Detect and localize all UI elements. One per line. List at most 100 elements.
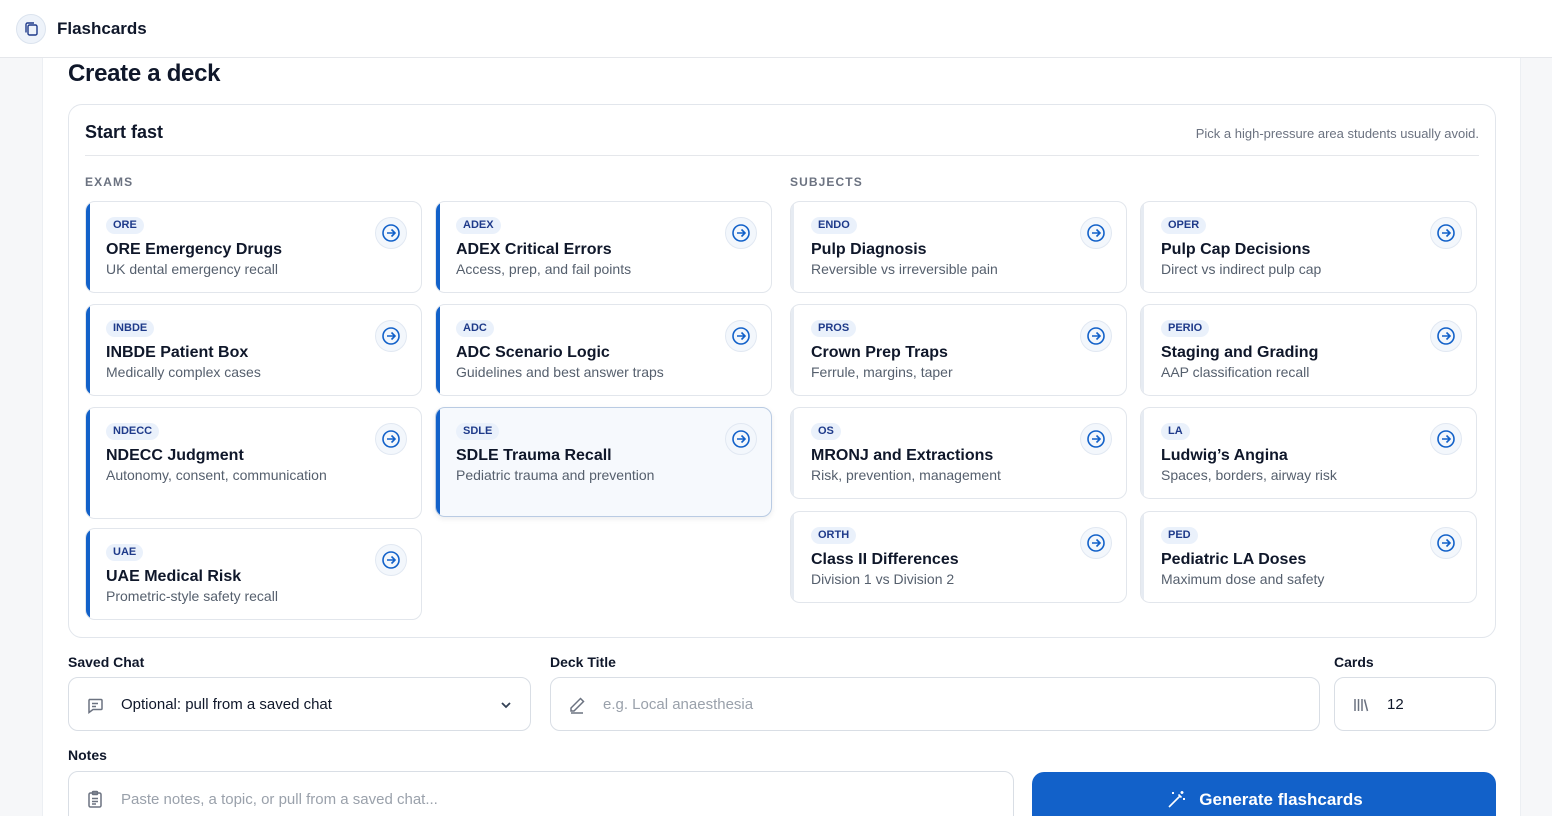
card-badge: UAE <box>106 544 144 561</box>
arrow-right-circle-icon[interactable] <box>725 217 757 249</box>
card-subtitle: Direct vs indirect pulp cap <box>1161 261 1322 277</box>
card-badge: OS <box>811 423 841 440</box>
deck-title-placeholder: e.g. Local anaesthesia <box>603 695 754 713</box>
card-subtitle: Medically complex cases <box>106 364 261 380</box>
deck-title-input[interactable]: e.g. Local anaesthesia <box>550 677 1320 731</box>
card-title: NDECC Judgment <box>106 447 244 464</box>
card-badge: ORTH <box>811 527 857 544</box>
arrow-right-circle-icon[interactable] <box>1080 423 1112 455</box>
saved-chat-value: Optional: pull from a saved chat <box>121 695 332 713</box>
subject-card[interactable]: OS MRONJ and Extractions Risk, prevention,… <box>790 407 1127 499</box>
card-badge: ADEX <box>456 217 501 234</box>
card-subtitle: Autonomy, consent, communication <box>106 467 327 483</box>
arrow-right-circle-icon[interactable] <box>1080 527 1112 559</box>
subjects-label: SUBJECTS <box>790 175 863 189</box>
exam-card[interactable]: INBDE INBDE Patient Box Medically complex … <box>85 304 422 396</box>
arrow-right-circle-icon[interactable] <box>725 320 757 352</box>
card-title: ADC Scenario Logic <box>456 344 610 361</box>
notes-placeholder: Paste notes, a topic, or pull from a sav… <box>121 791 438 808</box>
card-subtitle: UK dental emergency recall <box>106 261 278 277</box>
subject-card[interactable]: PED Pediatric LA Doses Maximum dose and sa… <box>1140 511 1477 603</box>
exam-card[interactable]: ADC ADC Scenario Logic Guidelines and best… <box>435 304 772 396</box>
start-fast-hint: Pick a high-pressure area students usual… <box>1195 126 1479 141</box>
card-subtitle: Access, prep, and fail points <box>456 261 632 277</box>
card-badge: NDECC <box>106 423 160 440</box>
exam-card[interactable]: ADEX ADEX Critical Errors Access, prep, an… <box>435 201 772 293</box>
card-subtitle: Spaces, borders, airway risk <box>1161 467 1337 483</box>
cards-count-input[interactable]: 12 <box>1334 677 1496 731</box>
start-fast-title: Start fast <box>85 122 164 142</box>
card-subtitle: AAP classification recall <box>1161 364 1310 380</box>
arrow-right-circle-icon[interactable] <box>375 320 407 352</box>
card-title: Pulp Diagnosis <box>811 241 927 258</box>
card-subtitle: Pediatric trauma and prevention <box>456 467 655 483</box>
card-title: INBDE Patient Box <box>106 344 249 361</box>
card-badge: SDLE <box>456 423 500 440</box>
subject-card[interactable]: ENDO Pulp Diagnosis Reversible vs irrevers… <box>790 201 1127 293</box>
exam-card[interactable]: NDECC NDECC Judgment Autonomy, consent, co… <box>85 407 422 519</box>
card-title: Crown Prep Traps <box>811 344 948 361</box>
arrow-right-circle-icon[interactable] <box>1430 217 1462 249</box>
arrow-right-circle-icon[interactable] <box>375 544 407 576</box>
cards-label: Cards <box>1334 654 1374 670</box>
chat-icon <box>88 698 103 714</box>
arrow-right-circle-icon[interactable] <box>375 217 407 249</box>
card-subtitle: Prometric-style safety recall <box>106 588 278 604</box>
arrow-right-circle-icon[interactable] <box>1080 320 1112 352</box>
subject-card[interactable]: ORTH Class II Differences Division 1 vs Di… <box>790 511 1127 603</box>
card-badge: LA <box>1161 423 1190 440</box>
card-badge: INBDE <box>106 320 155 337</box>
pencil-icon <box>570 697 585 714</box>
card-title: Class II Differences <box>811 551 959 568</box>
subject-card[interactable]: PERIO Staging and Grading AAP classificati… <box>1140 304 1477 396</box>
generate-flashcards-button[interactable]: Generate flashcards <box>1032 772 1496 816</box>
divider <box>85 155 1479 156</box>
generate-flashcards-label: Generate flashcards <box>1199 790 1363 809</box>
card-title: SDLE Trauma Recall <box>456 447 612 464</box>
start-fast-section: Start fast Pick a high-pressure area stu… <box>68 104 1496 638</box>
saved-chat-label: Saved Chat <box>68 654 145 670</box>
card-badge: ORE <box>106 217 144 234</box>
arrow-right-circle-icon[interactable] <box>725 423 757 455</box>
top-bar: Flashcards <box>0 0 1552 58</box>
card-subtitle: Maximum dose and safety <box>1161 571 1325 587</box>
card-title: Ludwig’s Angina <box>1161 447 1288 464</box>
subject-card[interactable]: OPER Pulp Cap Decisions Direct vs indirect… <box>1140 201 1477 293</box>
card-subtitle: Division 1 vs Division 2 <box>811 571 955 587</box>
card-badge: ENDO <box>811 217 857 234</box>
subject-card[interactable]: PROS Crown Prep Traps Ferrule, margins, ta… <box>790 304 1127 396</box>
exam-card[interactable]: SDLE SDLE Trauma Recall Pediatric trauma a… <box>435 407 772 517</box>
exams-label: EXAMS <box>85 175 134 189</box>
card-badge: PED <box>1161 527 1198 544</box>
library-icon <box>1354 699 1369 712</box>
subject-card[interactable]: LA Ludwig’s Angina Spaces, borders, airway… <box>1140 407 1477 499</box>
card-title: Pediatric LA Doses <box>1161 551 1307 568</box>
copy-cards-icon <box>16 13 46 44</box>
arrow-right-circle-icon[interactable] <box>375 423 407 455</box>
exam-card[interactable]: UAE UAE Medical Risk Prometric-style safet… <box>85 528 422 620</box>
arrow-right-circle-icon[interactable] <box>1430 423 1462 455</box>
saved-chat-select[interactable]: Optional: pull from a saved chat <box>68 677 531 731</box>
clipboard-icon <box>88 790 102 808</box>
app-title: Flashcards <box>57 18 147 38</box>
card-title: ADEX Critical Errors <box>456 241 612 258</box>
card-subtitle: Ferrule, margins, taper <box>811 364 953 380</box>
card-badge: PERIO <box>1161 320 1210 337</box>
card-subtitle: Risk, prevention, management <box>811 467 1001 483</box>
card-title: Staging and Grading <box>1161 344 1319 361</box>
create-deck-panel: Create a deck Start fast Pick a high-pre… <box>42 58 1521 816</box>
notes-textarea[interactable]: Paste notes, a topic, or pull from a sav… <box>68 771 1014 816</box>
chevron-down-icon <box>501 702 511 709</box>
exam-card[interactable]: ORE ORE Emergency Drugs UK dental emergenc… <box>85 201 422 293</box>
arrow-right-circle-icon[interactable] <box>1430 527 1462 559</box>
arrow-right-circle-icon[interactable] <box>1430 320 1462 352</box>
page-title: Create a deck <box>68 60 221 87</box>
card-title: ORE Emergency Drugs <box>106 241 283 258</box>
card-title: MRONJ and Extractions <box>811 447 994 464</box>
arrow-right-circle-icon[interactable] <box>1080 217 1112 249</box>
card-subtitle: Reversible vs irreversible pain <box>811 261 998 277</box>
card-title: Pulp Cap Decisions <box>1161 241 1311 258</box>
notes-label: Notes <box>68 747 107 763</box>
magic-wand-icon <box>1168 791 1186 808</box>
deck-title-label: Deck Title <box>550 654 616 670</box>
